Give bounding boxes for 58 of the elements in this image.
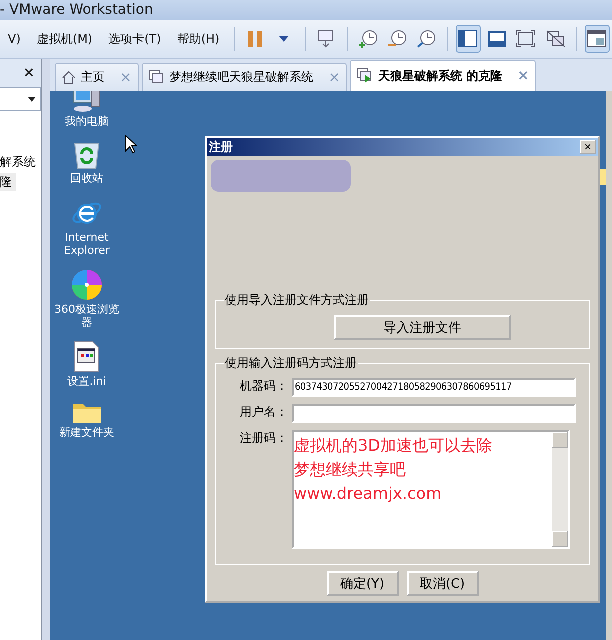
vm-icon xyxy=(357,68,374,84)
settings-file-icon xyxy=(74,341,100,373)
pinwheel-icon xyxy=(71,269,103,301)
field-label: 用户名： xyxy=(239,404,288,421)
pause-icon xyxy=(246,30,264,48)
field-label: 机器码： xyxy=(239,378,288,395)
close-button[interactable]: × xyxy=(23,65,35,81)
icon-label: 新建文件夹 xyxy=(58,426,116,439)
tab-label: 主页 xyxy=(81,69,105,86)
mouse-pointer-icon xyxy=(125,135,137,154)
toolbar-button[interactable] xyxy=(584,25,610,53)
tab[interactable]: 梦想继续吧天狼星破解系统 × xyxy=(142,63,348,91)
clock-icon xyxy=(387,29,408,49)
caret-icon xyxy=(28,96,36,102)
input-field[interactable] xyxy=(292,404,576,423)
tab-label: 梦想继续吧天狼星破解系统 xyxy=(170,69,314,86)
dialog-title: 注册 xyxy=(209,138,233,156)
icon-label: 设置.ini xyxy=(66,375,108,388)
network-icon xyxy=(317,29,336,49)
tab[interactable]: 天狼星破解系统 的克隆 × xyxy=(350,60,536,91)
tree-item[interactable]: 隆 xyxy=(0,173,16,191)
tree-item[interactable]: 解系统 xyxy=(0,153,41,171)
group-title: 使用导入注册文件方式注册 xyxy=(224,292,370,309)
import-button[interactable]: 导入注册文件 xyxy=(334,315,511,340)
windows-crossed-icon xyxy=(546,30,566,48)
toolbar-button[interactable] xyxy=(456,25,481,53)
clock-icon xyxy=(358,29,378,49)
field-label: 注册码： xyxy=(239,430,288,447)
icon-label: 回收站 xyxy=(70,172,104,185)
icon-label: 360极速浏览器 xyxy=(54,303,120,329)
fullscreen-icon xyxy=(516,30,536,48)
text-line: www.dreamjx.com xyxy=(294,483,443,505)
dialog-button[interactable]: 取消(C) xyxy=(406,571,478,596)
sidebar-view-icon xyxy=(458,30,478,48)
tab[interactable]: 主页 × xyxy=(55,63,139,91)
thumbnail-view-icon xyxy=(587,30,608,48)
icon-label: 我的电脑 xyxy=(64,115,110,128)
group-title: 使用输入注册码方式注册 xyxy=(224,355,358,372)
text-line: 虚拟机的3D加速也可以去除 xyxy=(294,435,494,457)
dialog-button[interactable]: 确定(Y) xyxy=(326,571,398,596)
console-view-icon xyxy=(487,30,508,48)
tab-label: 天狼星破解系统 的克隆 xyxy=(378,68,503,84)
close-button[interactable]: × xyxy=(580,140,596,154)
clock-icon xyxy=(416,29,436,49)
menu-item[interactable]: 选项卡(T) xyxy=(100,30,170,48)
home-icon xyxy=(62,70,76,84)
caret-icon xyxy=(279,36,290,42)
input-field[interactable]: 6037430720552700427180582906307860695117 xyxy=(292,378,576,397)
vm-icon xyxy=(148,70,165,86)
window-title: - VMware Workstation xyxy=(0,2,154,18)
icon-label: Internet Explorer xyxy=(63,231,111,257)
menu-item[interactable]: 虚拟机(M) xyxy=(28,30,101,48)
menu-item[interactable]: V) xyxy=(0,32,29,46)
text-line: 梦想继续共享吧 xyxy=(294,459,407,481)
dropdown[interactable] xyxy=(0,87,41,111)
scrollbar[interactable] xyxy=(552,432,568,547)
menu-item[interactable]: 帮助(H) xyxy=(169,30,228,48)
text-area[interactable]: 虚拟机的3D加速也可以去除 梦想继续共享吧 www.dreamjx.com xyxy=(292,430,570,549)
